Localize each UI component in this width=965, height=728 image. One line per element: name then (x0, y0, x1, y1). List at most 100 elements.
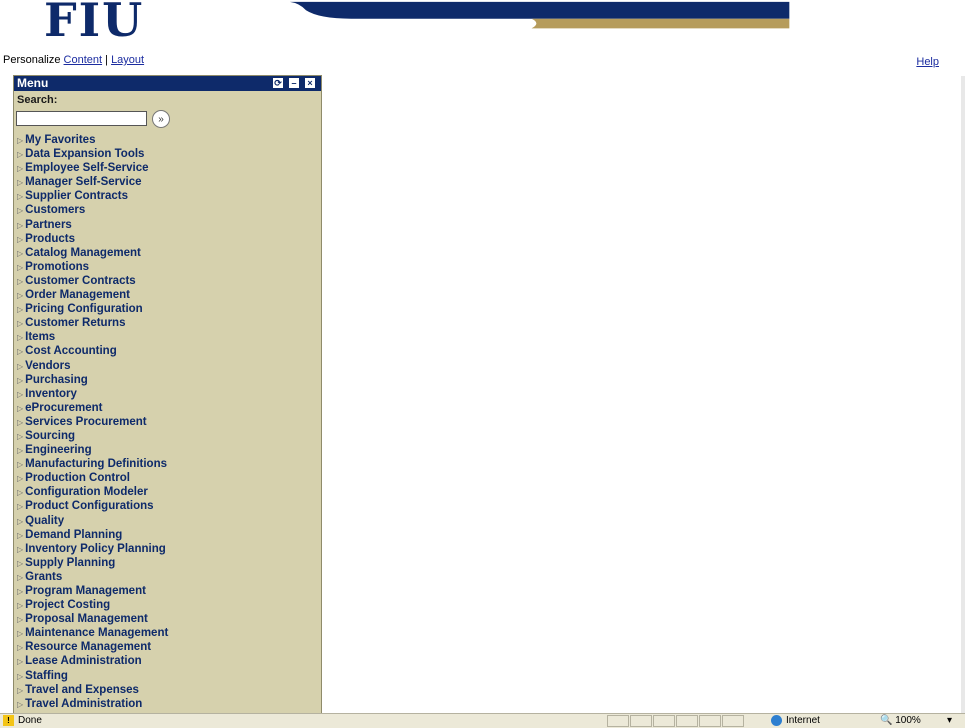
menu-item-label: Maintenance Management (25, 627, 169, 640)
menu-item[interactable]: ▷ Employee Self-Service (14, 161, 321, 175)
expand-triangle-icon: ▷ (17, 558, 24, 568)
menu-item-label: Products (25, 232, 75, 245)
menu-item[interactable]: ▷ Configuration Modeler (14, 485, 321, 499)
zoom-level[interactable]: 🔍 100% (880, 714, 921, 728)
menu-item[interactable]: ▷ Quality (14, 514, 321, 528)
menu-item[interactable]: ▷ Inventory (14, 387, 321, 401)
menu-item[interactable]: ▷ Promotions (14, 260, 321, 274)
menu-item[interactable]: ▷ Vendors (14, 359, 321, 373)
menu-item[interactable]: ▷ Customer Contracts (14, 274, 321, 288)
expand-triangle-icon: ▷ (17, 347, 24, 357)
menu-item-label: Lease Administration (25, 655, 142, 668)
menu-item[interactable]: ▷ Sourcing (14, 429, 321, 443)
menu-item[interactable]: ▷ Manager Self-Service (14, 175, 321, 189)
menu-item[interactable]: ▷ Project Costing (14, 598, 321, 612)
help-link[interactable]: Help (916, 56, 939, 68)
menu-item[interactable]: ▷ Engineering (14, 443, 321, 457)
menu-item-label: Order Management (25, 289, 130, 302)
nav-multichannel-console-link[interactable]: MultiChannel Console (660, 29, 748, 39)
expand-triangle-icon: ▷ (17, 601, 24, 611)
browser-status-bar: ! Done Internet 🔍 100% ▾ (0, 713, 965, 728)
menu-item[interactable]: ▷ Data Expansion Tools (14, 147, 321, 161)
expand-triangle-icon: ▷ (17, 572, 24, 582)
nav-worklist-link[interactable]: Worklist (614, 29, 646, 39)
search-go-button[interactable]: » (152, 110, 170, 128)
menu-item[interactable]: ▷ Products (14, 232, 321, 246)
menu-item[interactable]: ▷ Travel and Expenses (14, 683, 321, 697)
menu-item-label: Services Procurement (25, 415, 147, 428)
personalize-separator: | (105, 54, 108, 66)
status-slot (699, 715, 721, 727)
menu-item-label: Program Management (25, 585, 146, 597)
menu-item[interactable]: ▷ Purchasing (14, 373, 321, 387)
menu-item-label: Items (25, 331, 56, 344)
menu-item[interactable]: ▷ Customer Returns (14, 316, 321, 330)
menu-search-input[interactable] (16, 111, 147, 126)
menu-item[interactable]: ▷ Production Control (14, 471, 321, 485)
menu-item[interactable]: ▷ Grants (14, 570, 321, 584)
expand-triangle-icon: ▷ (17, 516, 24, 526)
window-scrollbar[interactable] (961, 76, 965, 716)
expand-triangle-icon: ▷ (17, 220, 24, 230)
menu-item[interactable]: ▷ Inventory Policy Planning (14, 542, 321, 556)
menu-item[interactable]: ▷ Proposal Management (14, 612, 321, 626)
menu-item-label: Customer Contracts (25, 274, 136, 287)
menu-item[interactable]: ▷ Resource Management (14, 640, 321, 654)
expand-triangle-icon: ▷ (17, 488, 24, 498)
top-nav: Home | Worklist | MultiChannel Console |… (566, 29, 958, 44)
menu-item[interactable]: ▷ Customers (14, 203, 321, 217)
expand-triangle-icon: ▷ (17, 375, 24, 385)
menu-item[interactable]: ▷ My Favorites (14, 133, 321, 147)
expand-triangle-icon: ▷ (17, 206, 24, 216)
menu-item-label: Resource Management (25, 641, 152, 654)
zoom-icon: 🔍 (880, 715, 893, 726)
menu-item[interactable]: ▷ Maintenance Management (14, 626, 321, 640)
zoom-dropdown-icon[interactable]: ▾ (947, 714, 952, 728)
search-label: Search: (17, 94, 58, 106)
expand-triangle-icon: ▷ (17, 291, 24, 301)
menu-item[interactable]: ▷ Catalog Management (14, 246, 321, 260)
menu-item[interactable]: ▷ eProcurement (14, 401, 321, 415)
nav-separator (566, 29, 575, 39)
minimize-icon[interactable]: – (289, 78, 299, 88)
menu-item[interactable]: ▷ Manufacturing Definitions (14, 457, 321, 471)
menu-item-label: Staffing (25, 669, 68, 682)
nav-add-to-favorites-link[interactable]: Add to Favorites (761, 29, 827, 39)
status-slot (653, 715, 675, 727)
personalize-layout-link[interactable]: Layout (111, 54, 144, 66)
menu-item-label: Travel and Expenses (25, 683, 139, 696)
personalize-content-link[interactable]: Content (64, 54, 103, 66)
menu-item[interactable]: ▷ Partners (14, 218, 321, 232)
menu-item[interactable]: ▷ Travel Administration (14, 697, 321, 711)
expand-triangle-icon: ▷ (17, 389, 24, 399)
menu-item[interactable]: ▷ Staffing (14, 669, 321, 683)
menu-item[interactable]: ▷ Pricing Configuration (14, 302, 321, 316)
menu-item-label: Inventory (25, 387, 77, 400)
expand-triangle-icon: ▷ (17, 699, 24, 709)
menu-item[interactable]: ▷ Program Management (14, 584, 321, 598)
nav-sign-out-link[interactable]: Sign out (839, 29, 872, 39)
nav-home-link[interactable]: Home (577, 29, 601, 39)
nav-separator: | (651, 29, 655, 39)
menu-item-label: Customers (25, 204, 86, 217)
menu-item[interactable]: ▷ Services Procurement (14, 415, 321, 429)
expand-triangle-icon: ▷ (17, 178, 24, 188)
menu-item-label: Inventory Policy Planning (25, 542, 166, 555)
menu-item-label: eProcurement (25, 401, 103, 414)
expand-triangle-icon: ▷ (17, 643, 24, 653)
nav-separator: | (831, 29, 834, 39)
menu-item-label: Configuration Modeler (25, 486, 148, 499)
close-icon[interactable]: × (305, 78, 315, 88)
menu-item[interactable]: ▷ Product Configurations (14, 499, 321, 513)
expand-triangle-icon: ▷ (17, 305, 24, 315)
refresh-icon[interactable]: ⟳ (273, 78, 283, 88)
menu-item[interactable]: ▷ Cost Accounting (14, 344, 321, 358)
expand-triangle-icon: ▷ (17, 629, 24, 639)
menu-item[interactable]: ▷ Supply Planning (14, 556, 321, 570)
menu-item-label: Manufacturing Definitions (25, 458, 167, 471)
menu-item[interactable]: ▷ Items (14, 330, 321, 344)
menu-item[interactable]: ▷ Lease Administration (14, 654, 321, 668)
menu-item[interactable]: ▷ Demand Planning (14, 528, 321, 542)
menu-item[interactable]: ▷ Order Management (14, 288, 321, 302)
menu-item[interactable]: ▷ Supplier Contracts (14, 189, 321, 203)
